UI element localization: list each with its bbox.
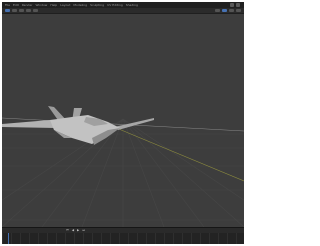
scene-icon[interactable] bbox=[230, 3, 234, 7]
viewport-canvas[interactable] bbox=[2, 14, 244, 228]
view-layer-icon[interactable] bbox=[236, 3, 240, 7]
select-menu-icon[interactable] bbox=[19, 9, 24, 12]
view-menu-icon[interactable] bbox=[12, 9, 17, 12]
shading-solid-icon[interactable] bbox=[222, 9, 227, 12]
playhead[interactable] bbox=[8, 233, 9, 244]
shading-rendered-icon[interactable] bbox=[236, 9, 241, 12]
blender-window: File Edit Render Window Help Layout Mode… bbox=[2, 2, 244, 244]
object-menu-icon[interactable] bbox=[33, 9, 38, 12]
menubar-tools bbox=[230, 3, 240, 7]
frame-ruler[interactable] bbox=[2, 233, 244, 244]
header-right bbox=[215, 9, 241, 12]
shading-material-icon[interactable] bbox=[229, 9, 234, 12]
add-menu-icon[interactable] bbox=[26, 9, 31, 12]
editor-type-icon[interactable] bbox=[5, 9, 10, 12]
shading-wireframe-icon[interactable] bbox=[215, 9, 220, 12]
timeline-panel: ⏮ ◀ ▶ ⏭ bbox=[2, 227, 244, 244]
header-left bbox=[5, 9, 38, 12]
3d-viewport[interactable] bbox=[2, 14, 244, 228]
